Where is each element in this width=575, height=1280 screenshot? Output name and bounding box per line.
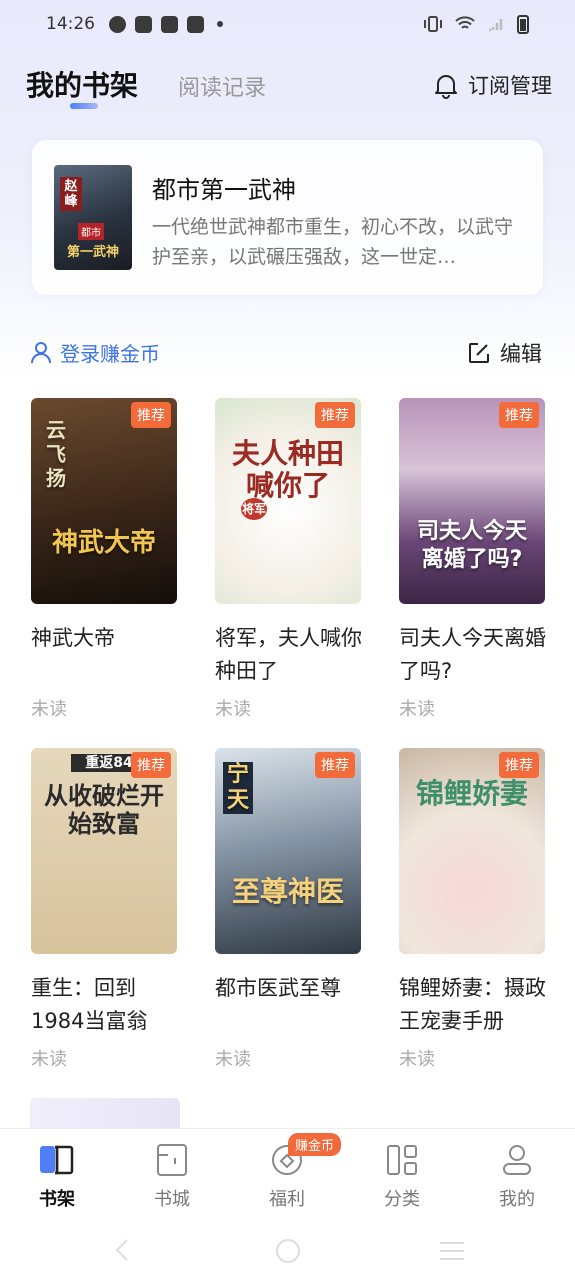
book-title: 锦鲤娇妻：摄政王宠妻手册 xyxy=(399,976,546,1033)
book-title: 司夫人今天离婚了吗? xyxy=(399,626,546,683)
read-status: 未读 xyxy=(215,699,251,720)
cover-title-text: 司夫人今天离婚了吗? xyxy=(416,519,527,572)
edit-button[interactable]: 编辑 xyxy=(468,338,542,368)
nav-welfare-label: 福利 xyxy=(269,1189,305,1210)
book-cover: 神武大帝 云飞扬 推荐 xyxy=(31,398,177,604)
book-item[interactable]: 宁天 至尊神医 推荐 都市医武至尊 未读 xyxy=(215,748,365,1071)
subscription-management-button[interactable]: 订阅管理 xyxy=(432,70,552,100)
read-status: 未读 xyxy=(215,1049,251,1070)
earn-coins-badge: 赚金币 xyxy=(288,1133,342,1156)
cover-title-text: 夫人种田喊你了 xyxy=(231,437,344,502)
mail-notification-icon xyxy=(187,15,204,33)
mail-notification-icon xyxy=(161,15,178,33)
cover-subtitle-text: 将军 xyxy=(241,498,267,520)
featured-book-description: 一代绝世武神都市重生，初心不改，以武守护至亲，以武碾压强敌，这一世定… xyxy=(152,216,514,268)
system-navigation-bar xyxy=(0,1218,575,1280)
read-status: 未读 xyxy=(399,1049,435,1070)
nav-profile-label: 我的 xyxy=(499,1189,535,1210)
vibrate-icon xyxy=(424,16,442,32)
home-icon[interactable] xyxy=(275,1238,301,1264)
add-book-placeholder[interactable] xyxy=(30,1098,180,1128)
nav-bookstore-label: 书城 xyxy=(154,1189,190,1210)
more-notifications-icon xyxy=(217,21,223,27)
subscription-management-label: 订阅管理 xyxy=(468,74,552,98)
cover-title-text: 神武大帝 xyxy=(51,528,156,558)
edit-icon xyxy=(469,343,489,363)
cover-title-text: 第一武神 xyxy=(66,245,119,260)
recommend-badge: 推荐 xyxy=(315,402,355,428)
back-icon[interactable] xyxy=(112,1238,132,1262)
book-item[interactable]: 锦鲤娇妻 推荐 锦鲤娇妻：摄政王宠妻手册 未读 xyxy=(399,748,549,1071)
read-status: 未读 xyxy=(31,1049,67,1070)
cover-author-text: 云飞扬 xyxy=(46,418,66,490)
recommend-badge: 推荐 xyxy=(315,752,355,778)
bell-icon xyxy=(435,75,457,99)
nav-bookshelf[interactable]: 书架 xyxy=(12,1141,102,1211)
book-cover: 重返84 从收破烂开始致富 推荐 xyxy=(31,748,177,954)
book-cover: 宁天 至尊神医 推荐 xyxy=(215,748,361,954)
featured-book-cover: 赵峰 都市 第一武神 xyxy=(54,165,132,270)
app-notification-icon xyxy=(109,15,126,33)
signal-icon xyxy=(489,19,503,32)
cover-subtitle-text: 宁天 xyxy=(223,762,253,814)
nav-bookshelf-label: 书架 xyxy=(39,1189,75,1210)
mail-notification-icon xyxy=(135,15,152,33)
read-status: 未读 xyxy=(399,699,435,720)
read-status: 未读 xyxy=(31,699,67,720)
book-title: 神武大帝 xyxy=(31,626,115,650)
cover-art xyxy=(31,748,177,954)
book-title: 重生：回到1984当富翁 xyxy=(31,976,148,1033)
nav-profile[interactable]: 我的 xyxy=(472,1141,562,1211)
book-cover: 夫人种田喊你了 将军 推荐 xyxy=(215,398,361,604)
cover-author-text: 赵峰 xyxy=(60,177,82,211)
book-open-icon xyxy=(40,1145,74,1175)
featured-book-card[interactable]: 赵峰 都市 第一武神 都市第一武神 一代绝世武神都市重生，初心不改，以武守护至亲… xyxy=(32,140,543,295)
book-item[interactable]: 神武大帝 云飞扬 推荐 神武大帝 未读 xyxy=(31,398,181,721)
battery-icon xyxy=(517,14,529,34)
cover-title-text: 从收破烂开始致富 xyxy=(44,782,164,838)
cover-title-text: 至尊神医 xyxy=(231,875,344,908)
recommend-badge: 推荐 xyxy=(499,752,539,778)
login-label: 登录赚金币 xyxy=(60,342,160,366)
status-bar: 14:26 xyxy=(0,0,575,48)
recommend-badge: 推荐 xyxy=(499,402,539,428)
edit-label: 编辑 xyxy=(500,342,542,366)
nav-category[interactable]: 分类 xyxy=(357,1141,447,1211)
store-icon xyxy=(157,1144,187,1176)
profile-icon xyxy=(503,1145,531,1175)
book-title: 都市医武至尊 xyxy=(215,976,341,1000)
book-item[interactable]: 重返84 从收破烂开始致富 推荐 重生：回到1984当富翁 未读 xyxy=(31,748,181,1071)
cover-subtitle-text: 都市 xyxy=(78,223,104,240)
nav-bookstore[interactable]: 书城 xyxy=(127,1141,217,1211)
user-icon xyxy=(31,341,51,363)
book-cover: 锦鲤娇妻 推荐 xyxy=(399,748,545,954)
recommend-badge: 推荐 xyxy=(131,752,171,778)
book-cover: 司夫人今天离婚了吗? 推荐 xyxy=(399,398,545,604)
tab-my-bookshelf[interactable]: 我的书架 xyxy=(26,64,138,104)
nav-category-label: 分类 xyxy=(384,1189,420,1210)
book-item[interactable]: 夫人种田喊你了 将军 推荐 将军，夫人喊你种田了 未读 xyxy=(215,398,365,721)
active-tab-indicator xyxy=(70,103,98,109)
category-icon xyxy=(387,1145,417,1175)
tab-reading-history[interactable]: 阅读记录 xyxy=(178,70,266,102)
status-time: 14:26 xyxy=(46,14,95,34)
login-earn-coins-link[interactable]: 登录赚金币 xyxy=(30,338,160,367)
recents-icon[interactable] xyxy=(438,1240,466,1262)
featured-book-title: 都市第一武神 xyxy=(152,176,296,204)
wifi-icon xyxy=(455,16,475,29)
book-item[interactable]: 司夫人今天离婚了吗? 推荐 司夫人今天离婚了吗? 未读 xyxy=(399,398,549,721)
book-title: 将军，夫人喊你种田了 xyxy=(215,626,362,683)
cover-title-text: 锦鲤娇妻 xyxy=(415,777,528,810)
recommend-badge: 推荐 xyxy=(131,402,171,428)
